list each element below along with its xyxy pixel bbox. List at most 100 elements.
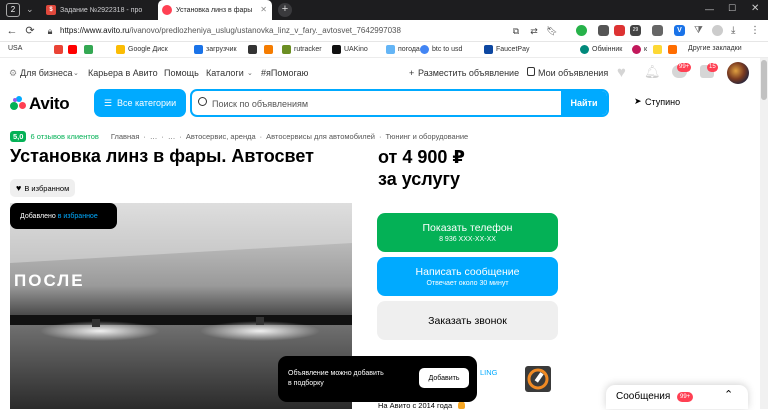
nav-business[interactable]: Для бизнеса <box>20 68 73 78</box>
other-bookmarks-label: Другие закладки <box>688 45 742 52</box>
bookmark-label: к <box>644 46 648 53</box>
notifications-bell-icon[interactable]: 🔔︎ <box>644 64 661 80</box>
tab-avito-label: Установка линз в фары <box>176 6 253 14</box>
extension-badge-icon[interactable]: 29 <box>630 25 641 36</box>
tab-task[interactable]: $ Задание №2922318 - про <box>42 0 157 20</box>
url-field[interactable]: https://www.avito.ru/ivanovo/predlozheni… <box>60 23 500 39</box>
translate-icon[interactable]: ⇄ <box>526 23 542 39</box>
breadcrumb-autoservice[interactable]: Автосервис, аренда <box>186 132 256 141</box>
bookmark-blogger[interactable] <box>668 45 680 54</box>
bookmark-icon[interactable]: 🔖︎ <box>544 23 560 39</box>
url-path: /ivanovo/predlozheniya_uslug/ustanovka_l… <box>129 26 401 35</box>
page-title: Установка линз в фары. Автосвет <box>10 146 314 166</box>
search-button[interactable]: Найти <box>561 91 607 115</box>
extension-tv-icon[interactable] <box>598 25 609 36</box>
extension-shield-icon[interactable] <box>652 25 663 36</box>
nav-ihelp[interactable]: #яПомогаю <box>261 68 308 78</box>
toast-favorites-link[interactable]: в избранное <box>58 213 98 220</box>
share-icon[interactable]: ⧉ <box>508 23 524 39</box>
window-close-icon[interactable]: ✕ <box>751 3 759 14</box>
faucetpay-icon <box>484 45 493 54</box>
reviews-link[interactable]: 6 отзывов клиентов <box>30 132 98 141</box>
lock-icon[interactable]: 🔒︎ <box>42 23 58 39</box>
all-categories-button[interactable]: ☰ Все категории <box>94 89 186 117</box>
extension-v-icon[interactable]: V <box>674 25 685 36</box>
breadcrumb-home[interactable]: Главная <box>111 132 140 141</box>
google-drive-icon <box>116 45 125 54</box>
extension-green-icon[interactable] <box>576 25 587 36</box>
extension-red-icon[interactable] <box>614 25 625 36</box>
bookmark-label: USA <box>8 45 23 52</box>
toast-add-button[interactable]: Добавить <box>419 368 469 388</box>
bookmark-rutracker[interactable]: rutracker <box>282 45 322 54</box>
write-message-button[interactable]: Написать сообщение Отвечает около 30 мин… <box>377 257 558 296</box>
bookmark-youtube[interactable] <box>68 45 80 54</box>
profile-icon[interactable] <box>712 25 723 36</box>
bookmark-google-drive[interactable]: Google Диск <box>116 45 168 54</box>
location-link[interactable]: Ступино <box>645 97 680 107</box>
browser-menu-icon[interactable]: ⋮ <box>750 25 761 36</box>
tab-counter[interactable]: 2 <box>6 3 20 17</box>
phone-number: 8 936 XXX-XX-XX <box>439 236 496 243</box>
cart-badge: 15 <box>707 63 718 72</box>
bookmark-star[interactable] <box>653 45 665 54</box>
bookmark-google[interactable]: btc to usd <box>420 45 462 54</box>
bookmark-orange[interactable] <box>264 45 276 54</box>
download-icon[interactable]: ⤓ <box>731 25 742 36</box>
notif-badge: 99+ <box>677 63 692 72</box>
back-icon[interactable]: ← <box>4 23 20 39</box>
breadcrumb-ellipsis-2[interactable]: … <box>168 132 176 141</box>
toast-added-text: Добавлено <box>20 212 58 220</box>
bookmark-gmail[interactable] <box>54 45 66 54</box>
bookmark-maps[interactable] <box>84 45 96 54</box>
extensions-puzzle-icon[interactable]: ⧩ <box>694 25 705 36</box>
seller-logo-icon[interactable] <box>525 366 551 392</box>
my-ads-link[interactable]: Мои объявления <box>538 68 608 78</box>
post-ad-link[interactable]: Разместить объявление <box>418 68 519 78</box>
price: от 4 900 ₽ за услугу <box>378 146 465 190</box>
avatar[interactable] <box>727 62 749 84</box>
bookmark-faucetpay[interactable]: FaucetPay <box>484 45 529 54</box>
blogger-icon <box>668 45 677 54</box>
bookmark-k[interactable]: к <box>632 45 647 54</box>
close-icon[interactable]: ✕ <box>260 5 267 14</box>
reload-icon[interactable]: ⟳ <box>22 23 38 39</box>
request-call-button[interactable]: Заказать звонок <box>377 301 558 340</box>
breadcrumb-autoservices[interactable]: Автосервисы для автомобилей <box>266 132 375 141</box>
tab-list-icon[interactable]: ⌄ <box>26 4 34 15</box>
favorites-heart-icon[interactable]: ♥ <box>617 64 626 81</box>
seller-name[interactable]: LING <box>480 368 498 377</box>
menu-icon: ☰ <box>103 97 112 108</box>
bookmark-exchanger[interactable]: Обмінник <box>580 45 622 54</box>
bookmark-uakino[interactable]: UAKino <box>332 45 368 54</box>
other-bookmarks[interactable]: Другие закладки <box>688 45 742 52</box>
search-input[interactable] <box>212 94 552 114</box>
request-call-label: Заказать звонок <box>428 314 507 327</box>
page-scrollbar[interactable] <box>760 58 768 409</box>
bookmark-downloader[interactable]: загрузчик <box>194 45 237 54</box>
chevron-up-icon[interactable]: ⌃ <box>724 388 733 401</box>
show-phone-button[interactable]: Показать телефон 8 936 XXX-XX-XX <box>377 213 558 252</box>
bookmark-label: Обмінник <box>592 46 623 53</box>
url-host: https://www.avito.ru <box>60 26 130 35</box>
favorites-button[interactable]: ♥ В избранном <box>10 179 76 197</box>
d-icon <box>248 45 257 54</box>
breadcrumb-tuning[interactable]: Тюнинг и оборудование <box>385 132 468 141</box>
new-tab-button[interactable]: + <box>278 3 292 17</box>
breadcrumb-ellipsis-1[interactable]: … <box>150 132 158 141</box>
window-maximize-icon[interactable]: ☐ <box>728 3 736 14</box>
tab-avito[interactable]: Установка линз в фары ✕ <box>158 0 272 20</box>
avito-logo-icon <box>10 96 26 110</box>
bookmark-weather[interactable]: погода <box>386 45 420 54</box>
messages-label: Сообщения <box>616 391 671 402</box>
window-minimize-icon[interactable]: — <box>705 4 714 14</box>
nav-help[interactable]: Помощь <box>164 68 199 78</box>
bookmark-d[interactable] <box>248 45 260 54</box>
nav-catalogs[interactable]: Каталоги <box>206 68 244 78</box>
avito-logo[interactable]: Avito <box>29 94 70 114</box>
bookmark-usa[interactable]: USA <box>8 45 22 52</box>
k-icon <box>632 45 641 54</box>
scrollbar-thumb[interactable] <box>761 60 767 100</box>
nav-career[interactable]: Карьера в Авито <box>88 68 158 78</box>
messages-bar[interactable]: Сообщения 99+ ⌃ <box>606 385 748 409</box>
